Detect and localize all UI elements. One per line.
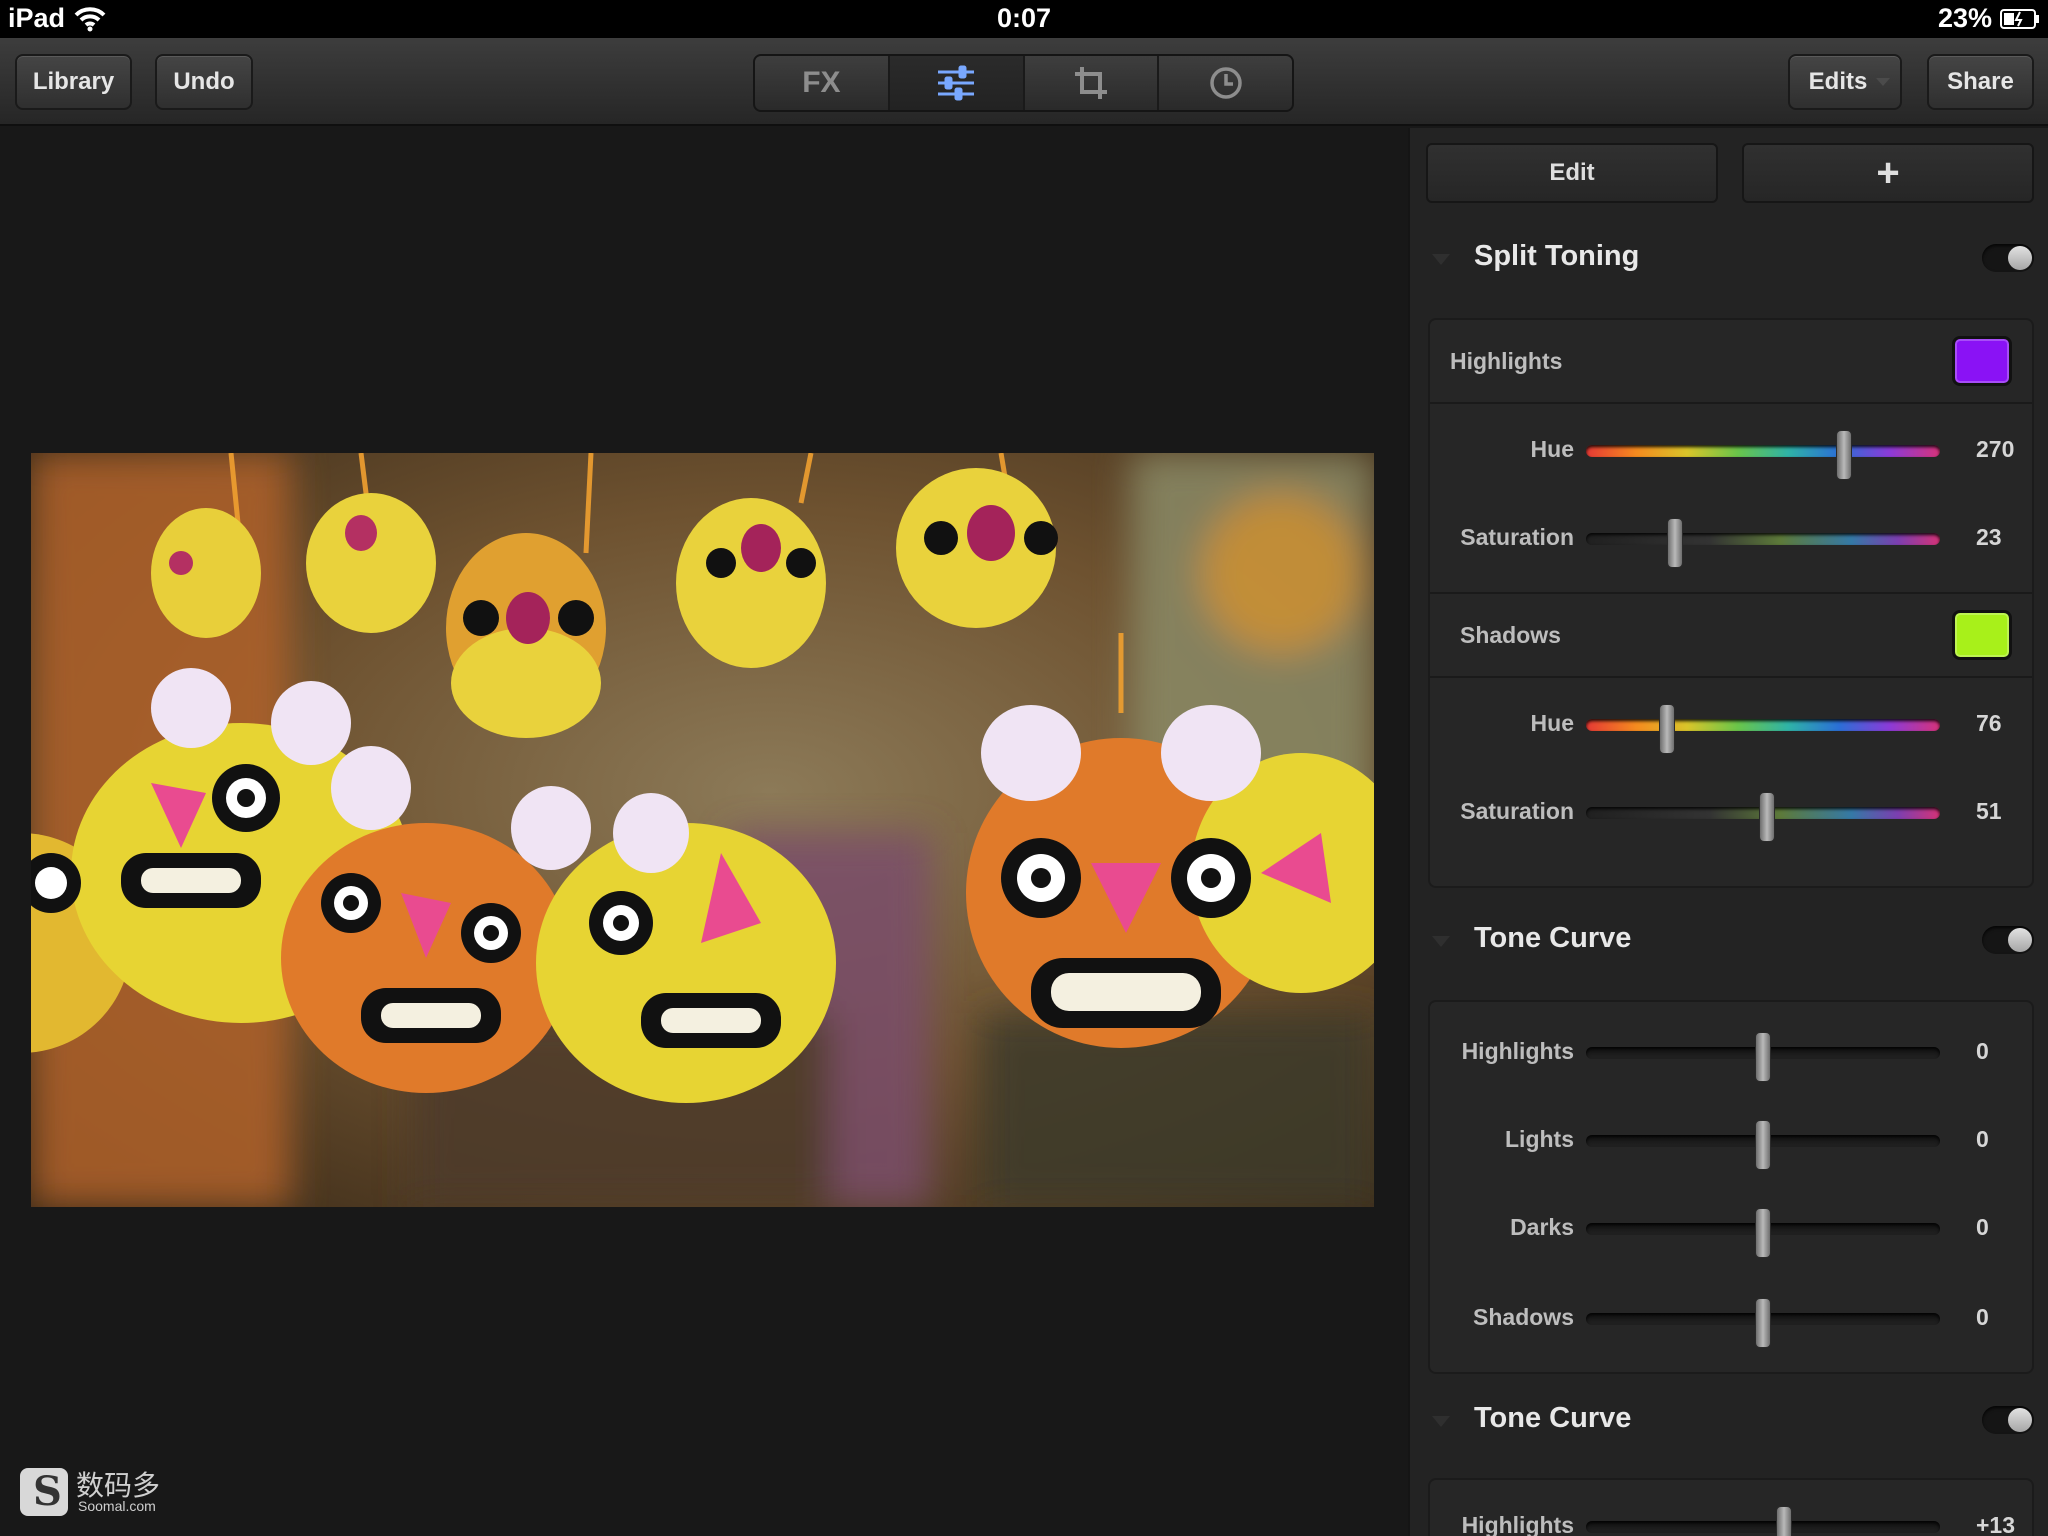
toggle-knob (2008, 246, 2032, 270)
photo-canvas (0, 128, 1408, 1536)
section-title: Tone Curve (1474, 1402, 1632, 1434)
slider-thumb[interactable] (1755, 1298, 1771, 1348)
slider-label: Saturation (1460, 524, 1574, 550)
edits-button[interactable]: Edits (1788, 54, 1902, 110)
slider-label: Highlights (1461, 1512, 1574, 1536)
tone-2-highlights-slider[interactable] (1586, 1521, 1940, 1533)
disclosure-triangle-icon (1432, 254, 1450, 265)
battery-icon (2000, 9, 2039, 29)
shadows-saturation-row: Saturation 51 (1430, 768, 2032, 856)
slider-thumb[interactable] (1755, 1208, 1771, 1258)
split-toning-toggle[interactable] (1982, 244, 2034, 272)
battery-percentage: 23% (1937, 3, 1992, 33)
slider-thumb[interactable] (1755, 1032, 1771, 1082)
tone-shadows-row: Shadows 0 (1430, 1274, 2032, 1362)
slider-label: Saturation (1460, 798, 1574, 824)
slider-value: 0 (1976, 1304, 1989, 1330)
slider-value: 76 (1976, 710, 2002, 736)
crop-icon (1074, 67, 1107, 99)
screen: iPad 0:07 23% Library Undo FX Edits Shar… (0, 0, 2048, 1536)
slider-label: Shadows (1473, 1304, 1574, 1330)
slider-thumb[interactable] (1776, 1506, 1793, 1536)
split-toning-group: Highlights Hue 270 Saturation 23 Shadows (1428, 318, 2034, 888)
highlights-color-swatch[interactable] (1952, 336, 2012, 386)
tone-curve-2-toggle[interactable] (1982, 1406, 2034, 1434)
slider-value: 51 (1976, 798, 2002, 824)
clock: 0:07 (996, 3, 1052, 33)
add-adjustment-button[interactable]: + (1742, 143, 2034, 203)
slider-label: Darks (1510, 1214, 1574, 1240)
tone-lights-row: Lights 0 (1430, 1096, 2032, 1184)
shadows-label: Shadows (1460, 622, 1561, 648)
tone-curve-2-group: Highlights +13 (1428, 1478, 2034, 1536)
shadows-subheader: Shadows (1430, 594, 2032, 678)
slider-thumb[interactable] (1758, 792, 1775, 842)
edits-label: Edits (1808, 68, 1868, 95)
highlights-saturation-row: Saturation 23 (1430, 494, 2032, 582)
highlights-subheader: Highlights (1430, 320, 2032, 404)
tab-crop[interactable] (1025, 56, 1160, 110)
tab-adjust[interactable] (889, 56, 1025, 110)
slider-label: Lights (1505, 1126, 1574, 1152)
slider-label: Highlights (1461, 1038, 1574, 1064)
split-toning-header[interactable]: Split Toning (1410, 222, 2048, 290)
slider-value: 0 (1976, 1126, 1989, 1152)
tab-fx[interactable]: FX (755, 56, 890, 110)
slider-thumb[interactable] (1666, 518, 1683, 568)
status-bar: iPad 0:07 23% (0, 0, 2048, 38)
library-button[interactable]: Library (15, 54, 132, 110)
shadows-color-swatch[interactable] (1952, 610, 2012, 660)
undo-button[interactable]: Undo (155, 54, 253, 110)
tone-curve-toggle[interactable] (1982, 926, 2034, 954)
section-title: Tone Curve (1474, 922, 1632, 954)
photo-image (31, 453, 1374, 1207)
toggle-knob (2008, 1408, 2032, 1432)
edit-button[interactable]: Edit (1426, 143, 1718, 203)
photo-preview[interactable] (31, 453, 1374, 1207)
tone-darks-row: Darks 0 (1430, 1184, 2032, 1272)
section-title: Split Toning (1474, 240, 1640, 272)
tone-2-highlights-row: Highlights +13 (1430, 1482, 2032, 1536)
slider-thumb[interactable] (1755, 1120, 1771, 1170)
highlights-saturation-slider[interactable] (1586, 533, 1940, 545)
highlights-hue-row: Hue 270 (1430, 406, 2032, 494)
tone-curve-2-header[interactable]: Tone Curve (1410, 1384, 2048, 1452)
highlights-hue-slider[interactable] (1586, 445, 1940, 457)
soomal-logo-icon: S (20, 1468, 68, 1516)
toggle-knob (2008, 928, 2032, 952)
clock-icon (1209, 67, 1242, 99)
watermark-en: Soomal.com (78, 1498, 156, 1514)
slider-label: Hue (1530, 436, 1574, 462)
highlights-label: Highlights (1450, 348, 1563, 374)
slider-thumb[interactable] (1659, 704, 1676, 754)
slider-label: Hue (1530, 710, 1574, 736)
mode-segmented-control: FX (753, 54, 1294, 112)
slider-value: +13 (1976, 1512, 2016, 1536)
slider-value: 0 (1976, 1214, 1989, 1240)
fx-label: FX (802, 66, 841, 99)
share-button[interactable]: Share (1927, 54, 2034, 110)
adjustments-panel: Edit + Split Toning Highlights Hue 270 S… (1408, 128, 2048, 1536)
tone-highlights-row: Highlights 0 (1430, 1008, 2032, 1096)
slider-value: 270 (1976, 436, 2015, 462)
tab-history[interactable] (1159, 56, 1292, 110)
slider-value: 23 (1976, 524, 2002, 550)
tone-curve-group: Highlights 0 Lights 0 Darks 0 Shadows 0 (1428, 1000, 2034, 1374)
shadows-hue-row: Hue 76 (1430, 680, 2032, 768)
chevron-down-icon (1876, 78, 1890, 86)
slider-value: 0 (1976, 1038, 1989, 1064)
slider-thumb[interactable] (1836, 430, 1853, 480)
toolbar: Library Undo FX Edits Share (0, 38, 2048, 126)
disclosure-triangle-icon (1432, 936, 1450, 947)
tone-curve-header[interactable]: Tone Curve (1410, 904, 2048, 972)
disclosure-triangle-icon (1432, 1416, 1450, 1427)
watermark-logo: S 数码多 Soomal.com (20, 1466, 180, 1518)
shadows-hue-slider[interactable] (1586, 719, 1940, 731)
sliders-icon (938, 65, 975, 101)
